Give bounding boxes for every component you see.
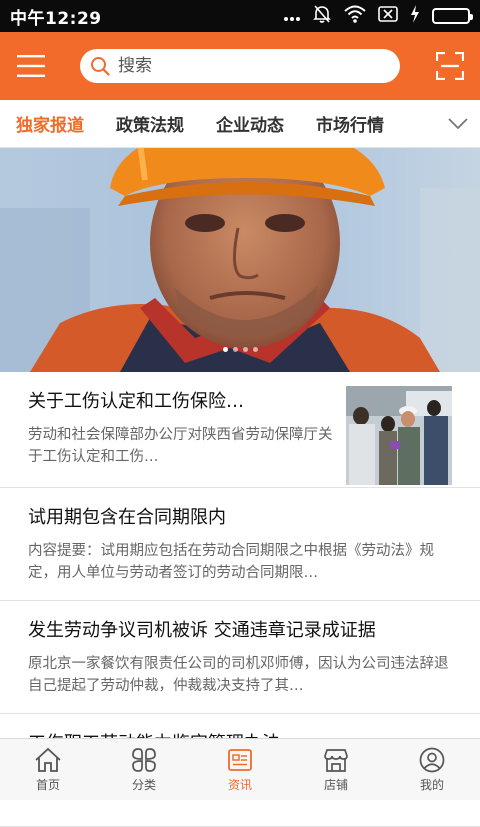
news-title: 试用期包含在合同期限内 xyxy=(28,507,226,528)
nav-category[interactable]: 分类 xyxy=(96,739,192,800)
top-bar xyxy=(0,32,480,100)
nav-news-label: 资讯 xyxy=(227,777,252,792)
more-dots-icon xyxy=(284,7,300,26)
no-sim-icon xyxy=(378,6,398,26)
home-icon xyxy=(35,747,61,772)
menu-button[interactable] xyxy=(0,32,62,100)
charging-icon xyxy=(410,5,420,27)
news-summary: 劳动和社会保障部办公厅对陕西省劳动保障厅关于工伤认定和工伤… xyxy=(28,427,333,465)
nav-home-label: 首页 xyxy=(35,777,60,792)
nav-store-label: 店铺 xyxy=(323,777,348,792)
news-item[interactable]: 试用期包含在合同期限内 内容提要：试用期应包括在劳动合同期限之中根据《劳动法》规… xyxy=(0,488,480,601)
tab-exclusive-report[interactable]: 独家报道 xyxy=(0,111,100,136)
news-title: 关于工伤认定和工伤保险… xyxy=(28,391,244,412)
menu-icon xyxy=(17,55,45,77)
tab-policy-regulations[interactable]: 政策法规 xyxy=(100,111,200,136)
news-thumbnail xyxy=(346,386,452,485)
search-input[interactable] xyxy=(118,56,368,76)
nav-profile-label: 我的 xyxy=(419,777,444,792)
search-box[interactable] xyxy=(80,49,400,83)
news-title: 发生劳动争议司机被诉 交通违章记录成证据 xyxy=(28,620,376,641)
news-summary: 内容提要：试用期应包括在劳动合同期限之中根据《劳动法》规定，用人单位与劳动者签订… xyxy=(28,543,434,581)
store-icon xyxy=(324,748,348,772)
carousel-dot[interactable] xyxy=(252,347,258,352)
battery-icon xyxy=(432,8,473,24)
nav-profile[interactable]: 我的 xyxy=(384,739,480,800)
category-icon xyxy=(132,747,156,772)
chevron-down-icon xyxy=(448,117,468,129)
bottom-nav: 首页 分类 资讯 店铺 我的 xyxy=(0,738,480,800)
banner-carousel[interactable] xyxy=(0,148,480,372)
profile-icon xyxy=(419,747,445,772)
carousel-dot[interactable] xyxy=(232,347,238,352)
news-summary: 原北京一家餐饮有限责任公司的司机邓师傅，因认为公司违法辞退自己提起了劳动仲裁，仲… xyxy=(28,656,449,694)
tab-market-quotes[interactable]: 市场行情 xyxy=(300,111,400,136)
carousel-dot[interactable] xyxy=(222,347,228,352)
carousel-dots xyxy=(0,347,480,352)
status-bar: 中午12:29 xyxy=(0,0,480,32)
tabs-expand-button[interactable] xyxy=(436,100,480,148)
tab-company-news[interactable]: 企业动态 xyxy=(200,111,300,136)
nav-category-label: 分类 xyxy=(131,777,156,792)
news-item[interactable]: 关于工伤认定和工伤保险… 劳动和社会保障部办公厅对陕西省劳动保障厅关于工伤认定和… xyxy=(0,372,480,488)
news-icon xyxy=(228,748,252,771)
carousel-dot[interactable] xyxy=(242,347,248,352)
search-icon xyxy=(91,57,110,76)
wifi-icon xyxy=(344,5,366,27)
mute-icon xyxy=(312,4,332,28)
nav-home[interactable]: 首页 xyxy=(0,739,96,800)
scan-icon xyxy=(436,52,464,80)
nav-news[interactable]: 资讯 xyxy=(192,739,288,800)
category-tabs: 独家报道 政策法规 企业动态 市场行情 xyxy=(0,100,480,148)
nav-store[interactable]: 店铺 xyxy=(288,739,384,800)
news-item[interactable]: 发生劳动争议司机被诉 交通违章记录成证据 原北京一家餐饮有限责任公司的司机邓师傅… xyxy=(0,601,480,714)
status-icons xyxy=(284,4,473,28)
status-time: 中午12:29 xyxy=(10,8,102,29)
banner-image xyxy=(0,148,480,372)
scan-button[interactable] xyxy=(420,32,480,100)
